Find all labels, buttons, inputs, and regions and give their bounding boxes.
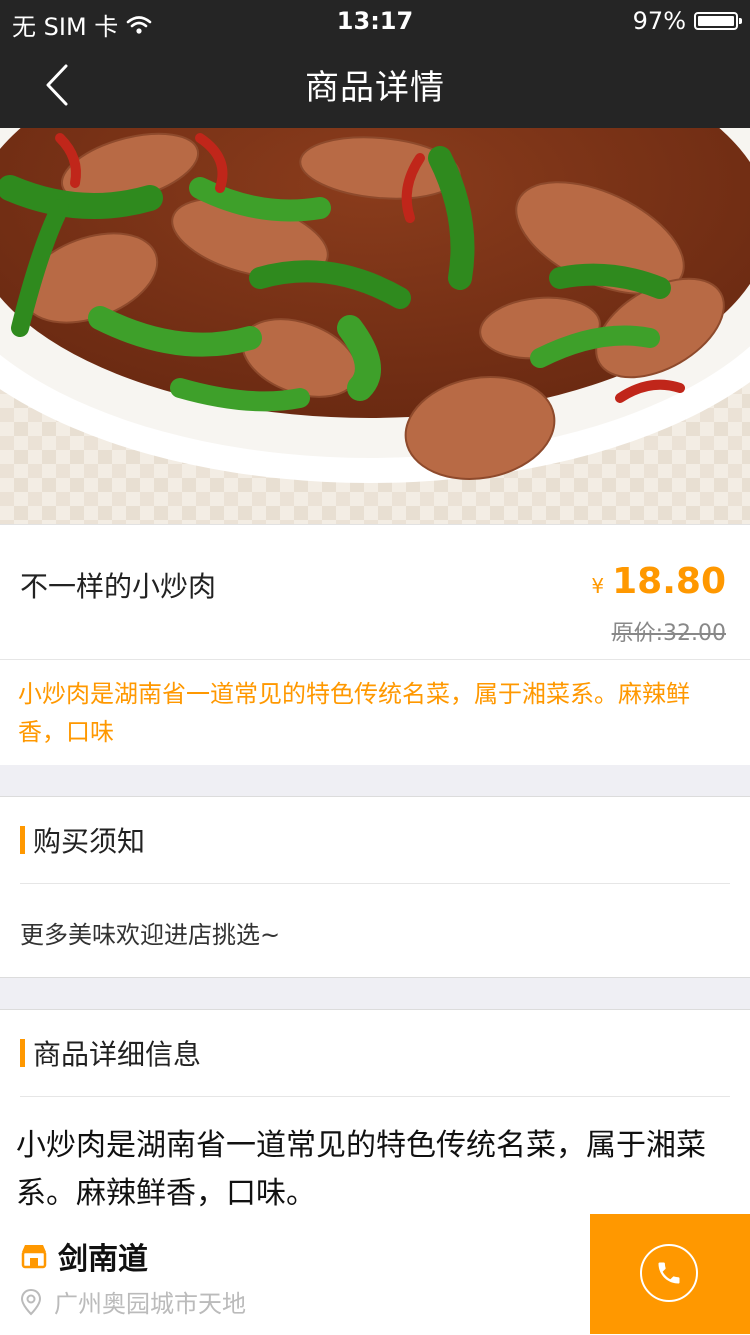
- section-header: 购买须知: [20, 823, 146, 858]
- call-button[interactable]: [590, 1214, 750, 1334]
- product-price: ¥18.80: [591, 561, 726, 602]
- page-title: 商品详情: [305, 68, 445, 108]
- shop-address: 广州奥园城市天地: [54, 1290, 246, 1318]
- purchase-notice-card: 购买须知 更多美味欢迎进店挑选~: [0, 796, 750, 978]
- notice-title: 购买须知: [33, 825, 146, 858]
- location-icon: [20, 1288, 42, 1315]
- product-name: 不一样的小炒肉: [20, 570, 217, 603]
- status-bar: 无 SIM 卡 13:17 97%: [0, 0, 750, 42]
- details-title: 商品详细信息: [33, 1038, 202, 1071]
- price-value: 18.80: [612, 561, 726, 602]
- battery-group: 97%: [632, 7, 742, 35]
- divider: [20, 1096, 730, 1097]
- battery-icon: [694, 12, 742, 30]
- section-header: 商品详细信息: [20, 1036, 202, 1071]
- notice-text: 更多美味欢迎进店挑选~: [20, 921, 281, 949]
- divider: [0, 659, 750, 660]
- product-short-description: 小炒肉是湖南省一道常见的特色传统名菜，属于湘菜系。麻辣鲜香，口味: [18, 680, 690, 746]
- divider: [20, 883, 730, 884]
- currency-symbol: ¥: [591, 574, 605, 598]
- battery-percent: 97%: [632, 7, 686, 35]
- section-accent-bar: [20, 826, 25, 854]
- shop-icon: [21, 1245, 47, 1269]
- phone-icon: [658, 1262, 680, 1284]
- shop-name: 剑南道: [58, 1242, 148, 1277]
- shop-row[interactable]: 剑南道: [20, 1234, 148, 1278]
- nav-bar: 商品详情: [0, 42, 750, 128]
- details-text: 小炒肉是湖南省一道常见的特色传统名菜，属于湘菜系。麻辣鲜香，口味。: [16, 1128, 706, 1211]
- section-accent-bar: [20, 1039, 25, 1067]
- product-image: [0, 128, 750, 524]
- address-row[interactable]: 广州奥园城市天地: [20, 1284, 246, 1319]
- call-circle: [640, 1244, 698, 1302]
- product-info-card: 不一样的小炒肉 ¥18.80 原价:32.00 小炒肉是湖南省一道常见的特色传统…: [0, 524, 750, 765]
- original-price: 原价:32.00: [611, 621, 726, 646]
